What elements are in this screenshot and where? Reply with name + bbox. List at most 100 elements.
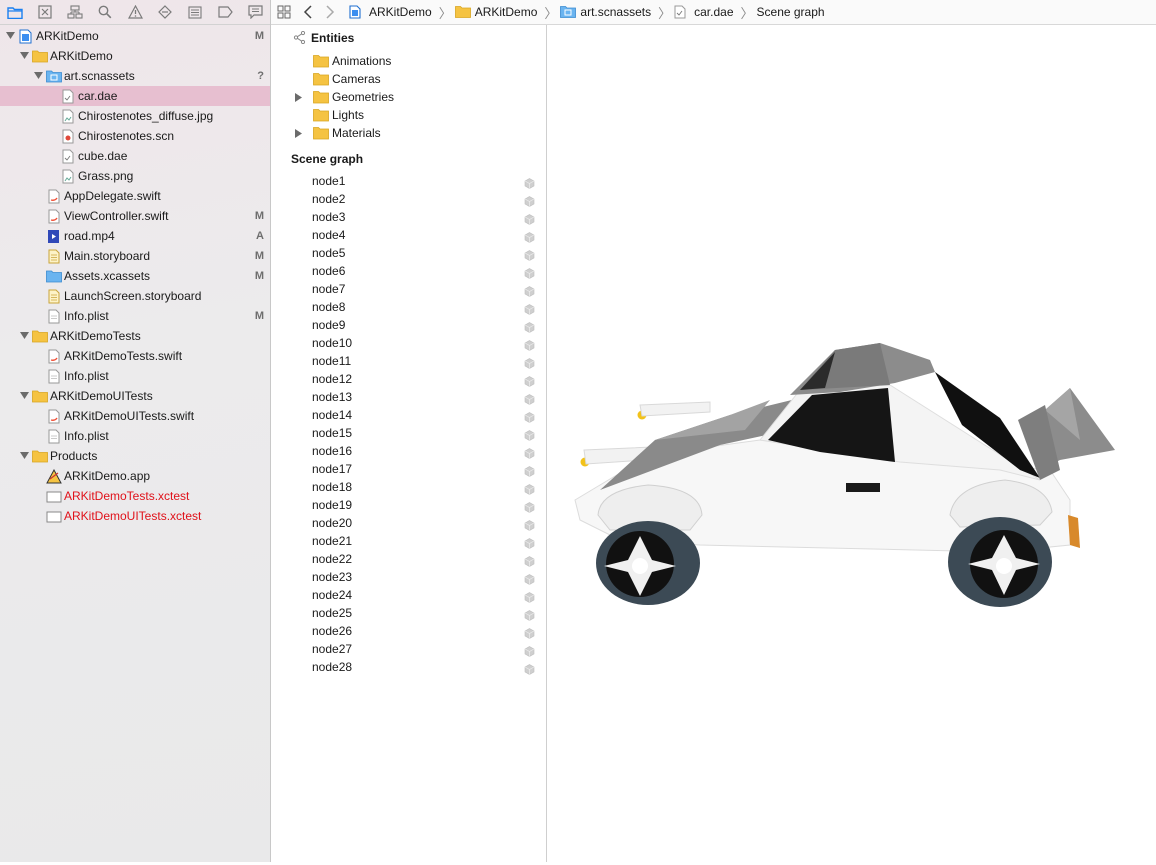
- scene-node-row[interactable]: node21: [271, 532, 546, 550]
- scene-viewport[interactable]: [547, 25, 1156, 862]
- file-row[interactable]: ARKitDemoUITests.swift: [0, 406, 270, 426]
- group-row[interactable]: ARKitDemoUITests: [0, 386, 270, 406]
- related-items-icon[interactable]: [277, 0, 291, 24]
- node-label: node3: [312, 210, 346, 224]
- scene-node-row[interactable]: node22: [271, 550, 546, 568]
- file-row[interactable]: LaunchScreen.storyboard: [0, 286, 270, 306]
- file-row[interactable]: Assets.xcassets M: [0, 266, 270, 286]
- breadcrumb-group[interactable]: ARKitDemo: [454, 0, 537, 24]
- forward-arrow-icon[interactable]: [325, 0, 335, 24]
- geometry-cube-icon: [524, 374, 535, 387]
- car-model[interactable]: [547, 25, 1156, 862]
- node-label: node26: [312, 624, 353, 638]
- folder-icon: [313, 108, 329, 122]
- folder-icon[interactable]: [0, 0, 30, 24]
- scene-node-row[interactable]: node4: [271, 226, 546, 244]
- file-row[interactable]: Chirostenotes_diffuse.jpg: [0, 106, 270, 126]
- disclosure-right-icon[interactable]: [295, 124, 305, 142]
- disclosure-triangle-icon[interactable]: [18, 386, 30, 406]
- scene-node-row[interactable]: node3: [271, 208, 546, 226]
- entity-row[interactable]: Cameras: [271, 70, 546, 88]
- scene-node-row[interactable]: node24: [271, 586, 546, 604]
- geometry-cube-icon: [524, 356, 535, 369]
- scene-node-row[interactable]: node23: [271, 568, 546, 586]
- scene-node-row[interactable]: node6: [271, 262, 546, 280]
- entity-row[interactable]: Animations: [271, 52, 546, 70]
- file-row[interactable]: Chirostenotes.scn: [0, 126, 270, 146]
- file-row[interactable]: AppDelegate.swift: [0, 186, 270, 206]
- group-row[interactable]: ARKitDemo: [0, 46, 270, 66]
- scm-status-badge: M: [254, 210, 264, 222]
- scene-node-row[interactable]: node9: [271, 316, 546, 334]
- scene-node-row[interactable]: node14: [271, 406, 546, 424]
- scnassets-folder-icon: [560, 6, 577, 18]
- group-row[interactable]: Products: [0, 446, 270, 466]
- node-label: node15: [312, 426, 353, 440]
- scene-node-row[interactable]: node25: [271, 604, 546, 622]
- scene-node-row[interactable]: node12: [271, 370, 546, 388]
- node-label: node28: [312, 660, 353, 674]
- file-row[interactable]: ARKitDemoUITests.xctest: [0, 506, 270, 526]
- search-icon[interactable]: [90, 0, 120, 24]
- scene-node-row[interactable]: node5: [271, 244, 546, 262]
- geometry-cube-icon: [524, 464, 535, 477]
- warning-icon[interactable]: [120, 0, 150, 24]
- test-diamond-icon[interactable]: [150, 0, 180, 24]
- group-row[interactable]: art.scnassets?: [0, 66, 270, 86]
- entity-row[interactable]: Materials: [271, 124, 546, 142]
- breadcrumb-scnassets[interactable]: art.scnassets: [560, 0, 651, 24]
- file-row[interactable]: ARKitDemoTests.swift: [0, 346, 270, 366]
- scene-node-row[interactable]: node27: [271, 640, 546, 658]
- source-control-icon[interactable]: [30, 0, 60, 24]
- scene-node-row[interactable]: node10: [271, 334, 546, 352]
- scene-node-row[interactable]: node13: [271, 388, 546, 406]
- file-row[interactable]: Info.plist: [0, 426, 270, 446]
- back-arrow-icon[interactable]: [303, 0, 313, 24]
- scene-node-row[interactable]: node19: [271, 496, 546, 514]
- scene-node-row[interactable]: node7: [271, 280, 546, 298]
- scene-node-row[interactable]: node1: [271, 172, 546, 190]
- file-row[interactable]: ARKitDemoTests.xctest: [0, 486, 270, 506]
- xctest-bundle-icon: [46, 489, 62, 503]
- scene-node-row[interactable]: node16: [271, 442, 546, 460]
- scene-node-row[interactable]: node18: [271, 478, 546, 496]
- geometry-cube-icon: [524, 320, 535, 333]
- disclosure-triangle-icon[interactable]: [18, 446, 30, 466]
- scene-node-row[interactable]: node17: [271, 460, 546, 478]
- disclosure-triangle-icon[interactable]: [18, 46, 30, 66]
- file-row[interactable]: Info.plist: [0, 366, 270, 386]
- disclosure-triangle-icon[interactable]: [32, 66, 44, 86]
- file-row[interactable]: Main.storyboard M: [0, 246, 270, 266]
- scene-node-row[interactable]: node20: [271, 514, 546, 532]
- disclosure-right-icon[interactable]: [295, 88, 305, 106]
- breadcrumb-project[interactable]: ARKitDemo: [349, 0, 432, 24]
- file-row[interactable]: car.dae: [0, 86, 270, 106]
- scene-node-row[interactable]: node2: [271, 190, 546, 208]
- report-icon[interactable]: [240, 0, 270, 24]
- file-row[interactable]: road.mp4 A: [0, 226, 270, 246]
- entity-row[interactable]: Lights: [271, 106, 546, 124]
- scene-node-row[interactable]: node8: [271, 298, 546, 316]
- breakpoint-icon[interactable]: [210, 0, 240, 24]
- scene-node-row[interactable]: node15: [271, 424, 546, 442]
- entity-row[interactable]: Geometries: [271, 88, 546, 106]
- group-row[interactable]: ARKitDemoTests: [0, 326, 270, 346]
- scene-node-row[interactable]: node28: [271, 658, 546, 676]
- file-row[interactable]: Info.plist M: [0, 306, 270, 326]
- scene-node-row[interactable]: node11: [271, 352, 546, 370]
- geometry-cube-icon: [524, 662, 535, 675]
- disclosure-triangle-icon[interactable]: [18, 326, 30, 346]
- group-row[interactable]: ARKitDemo M: [0, 26, 270, 46]
- debug-list-icon[interactable]: [180, 0, 210, 24]
- row-label: art.scnassets: [64, 69, 135, 83]
- scene-node-row[interactable]: node26: [271, 622, 546, 640]
- file-row[interactable]: ARKitDemo.app: [0, 466, 270, 486]
- file-row[interactable]: ViewController.swift M: [0, 206, 270, 226]
- file-row[interactable]: cube.dae: [0, 146, 270, 166]
- breadcrumb-scene-graph[interactable]: Scene graph: [757, 0, 825, 24]
- file-row[interactable]: Grass.png: [0, 166, 270, 186]
- disclosure-triangle-icon[interactable]: [4, 26, 16, 46]
- storyboard-file-icon: [46, 289, 62, 304]
- breadcrumb-file[interactable]: car.dae: [674, 0, 734, 24]
- hierarchy-icon[interactable]: [60, 0, 90, 24]
